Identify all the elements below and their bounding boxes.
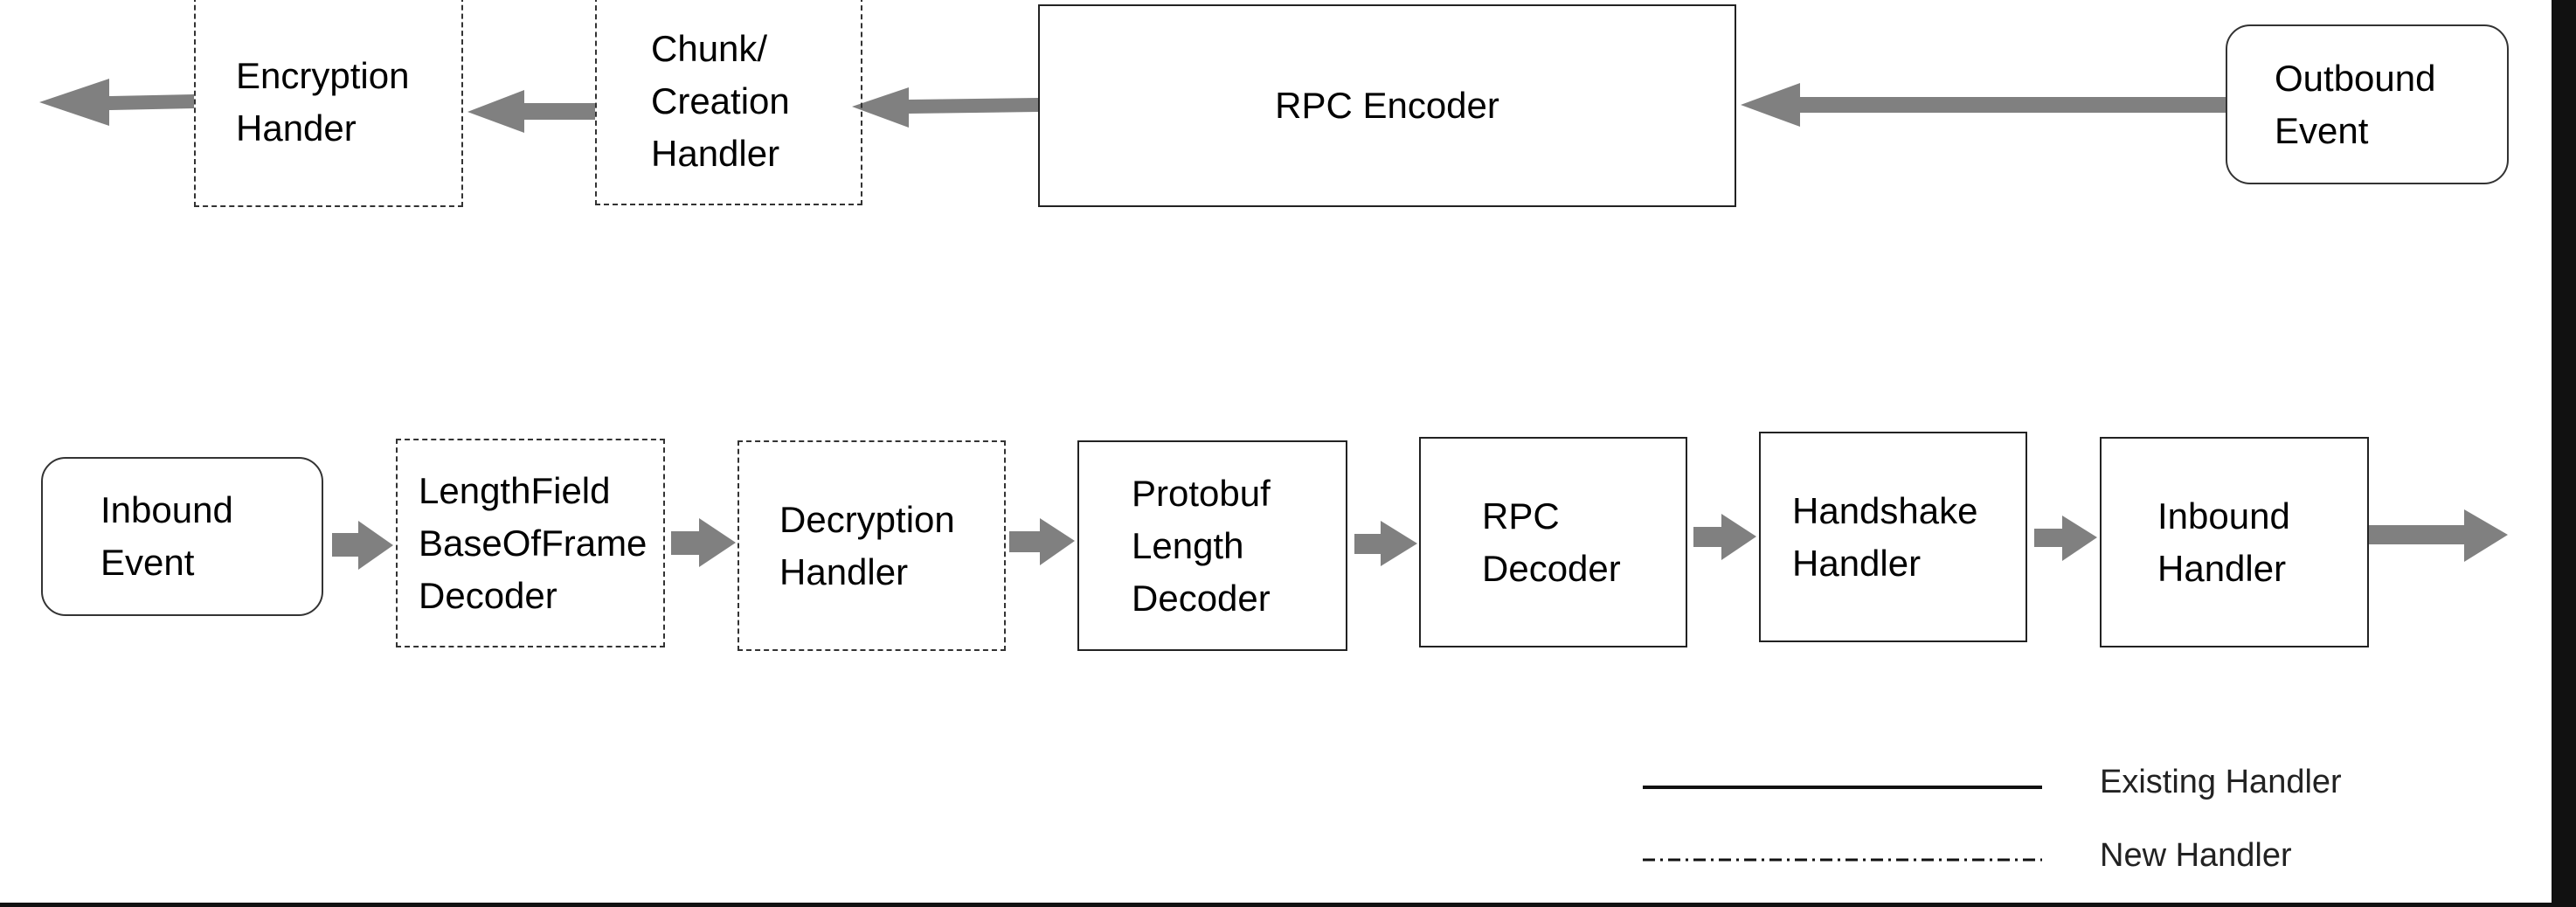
arrow-decryption-to-protobuf [1009,518,1075,565]
node-label: RPC Encoder [1275,85,1499,126]
node-protobuf-length-decoder: Protobuf Length Decoder [1077,440,1347,651]
arrow-protobuf-to-rpcdecoder [1354,521,1417,566]
node-label: Encryption Hander [236,54,410,149]
arrow-inboundevent-to-lengthfield [332,521,393,570]
node-label: Decryption Handler [779,498,955,592]
node-inbound-event: Inbound Event [41,457,323,616]
node-label: RPC Decoder [1482,495,1621,589]
node-inbound-handler: Inbound Handler [2100,437,2369,647]
arrow-lengthfield-to-decryption [671,518,736,567]
node-rpc-decoder: RPC Decoder [1419,437,1687,647]
legend-new-label: New Handler [2100,837,2292,874]
arrow-inbound-out [2369,509,2508,562]
arrow-outboundevent-to-rpcencoder [1741,83,2226,127]
node-label: Protobuf Length Decoder [1132,472,1271,619]
node-label: Inbound Event [100,489,233,583]
arrow-handshake-to-inbound [2034,516,2097,561]
node-encryption-handler: Encryption Hander [194,0,463,207]
node-label: Outbound Event [2275,57,2436,151]
node-lengthfield-decoder: LengthField BaseOfFrame Decoder [396,439,665,647]
node-chunk-creation-handler: Chunk/ Creation Handler [595,0,862,205]
node-label: Inbound Handler [2157,495,2290,589]
arrow-rpcencoder-to-chunk [852,87,1038,128]
node-handshake-handler: Handshake Handler [1759,432,2027,642]
node-label: LengthField BaseOfFrame Decoder [419,469,647,616]
node-decryption-handler: Decryption Handler [737,440,1006,651]
node-label: Chunk/ Creation Handler [651,27,790,174]
diagram-canvas: Encryption Hander Chunk/ Creation Handle… [0,0,2552,903]
arrow-rpcdecoder-to-handshake [1693,514,1756,560]
arrow-chunk-to-encryption [467,90,595,133]
arrow-outbound-out [39,79,194,126]
node-rpc-encoder: RPC Encoder [1038,4,1736,207]
node-label: Handshake Handler [1792,489,1978,584]
legend-existing-label: Existing Handler [2100,764,2342,800]
node-outbound-event: Outbound Event [2226,24,2509,184]
